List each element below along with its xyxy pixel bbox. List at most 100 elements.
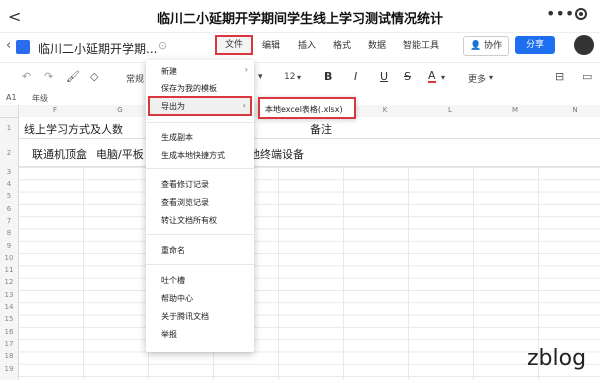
row-headers: 1 2 3 4 5 6 7 8 9 10 11 12 13 14 15 16 1… — [0, 117, 19, 380]
sheet-row-1[interactable]: 线上学习方式及人数 备注 — [18, 117, 600, 139]
formula-content[interactable]: 年级 — [32, 93, 48, 104]
menu-item-label: 举报 — [161, 330, 177, 339]
font-select[interactable]: ▾ — [258, 72, 263, 82]
more-icon[interactable]: ••• — [546, 4, 574, 23]
cell-header[interactable]: 联通机顶盒 — [32, 146, 87, 162]
chevron-right-icon: › — [242, 101, 246, 110]
row-number[interactable]: 6 — [0, 205, 18, 213]
menu-item-new[interactable]: 新建 › — [146, 62, 254, 80]
underline-icon[interactable]: U — [380, 70, 388, 83]
menu-item-label: 生成本地快捷方式 — [161, 151, 225, 160]
more-tools-button[interactable]: 更多 — [468, 72, 486, 85]
chevron-down-icon[interactable]: ▾ — [441, 73, 445, 82]
star-icon[interactable]: ⊙ — [158, 39, 167, 52]
menu-item-save-template[interactable]: 保存为我的模板 — [146, 79, 254, 97]
menu-item-label: 转让文档所有权 — [161, 216, 217, 225]
menu-item-label: 重命名 — [161, 246, 185, 255]
collapse-icon[interactable]: ⊟ — [555, 70, 564, 83]
row-number[interactable]: 19 — [0, 365, 18, 373]
select-all-corner[interactable] — [0, 105, 19, 118]
column-header[interactable]: N — [545, 106, 600, 114]
row-number[interactable]: 5 — [0, 192, 18, 200]
menu-item-about[interactable]: 关于腾讯文档 — [146, 307, 254, 325]
row-number[interactable]: 16 — [0, 328, 18, 336]
document-title[interactable]: 临川二小延期开学期... — [38, 40, 157, 57]
menu-divider — [146, 168, 254, 169]
app-bar: ‹ 临川二小延期开学期... ⊙ 文件 编辑 插入 格式 数据 智能工具 👤 协… — [0, 33, 600, 61]
row-number[interactable]: 9 — [0, 242, 18, 250]
sheet-row-2[interactable]: 联通机顶盒 电脑/平板 其他终端设备 — [18, 139, 600, 167]
tab-insert[interactable]: 插入 — [298, 38, 316, 51]
menu-item-report[interactable]: 举报 — [146, 325, 254, 343]
menu-item-feedback[interactable]: 吐个槽 — [146, 271, 254, 289]
chevron-down-icon[interactable]: ▾ — [489, 73, 493, 82]
tab-data[interactable]: 数据 — [368, 38, 386, 51]
row-number[interactable]: 8 — [0, 229, 18, 237]
row-number[interactable]: 15 — [0, 315, 18, 323]
cell-header[interactable]: 电脑/平板 — [96, 146, 144, 162]
export-submenu-xlsx[interactable]: 本地excel表格(.xlsx) — [258, 97, 356, 119]
italic-icon[interactable]: I — [354, 70, 357, 83]
menu-item-help-center[interactable]: 帮助中心 — [146, 289, 254, 307]
column-header[interactable]: L — [420, 106, 480, 114]
tab-format[interactable]: 格式 — [333, 38, 351, 51]
record-icon[interactable] — [575, 8, 587, 20]
strikethrough-icon[interactable]: S — [404, 70, 411, 83]
row-number[interactable]: 10 — [0, 254, 18, 262]
font-color-icon[interactable]: A — [428, 70, 436, 83]
menu-item-local-shortcut[interactable]: 生成本地快捷方式 — [146, 146, 254, 164]
menu-divider — [146, 264, 254, 265]
menu-item-label: 生成副本 — [161, 133, 193, 142]
share-button[interactable]: 分享 — [515, 36, 555, 54]
bold-icon[interactable]: B — [324, 70, 332, 83]
app-logo-icon — [16, 40, 30, 54]
menu-item-duplicate[interactable]: 生成副本 — [146, 128, 254, 146]
file-menu: 新建 › 保存为我的模板 导出为 › 生成副本 生成本地快捷方式 查看修订记录 … — [146, 60, 254, 352]
cell-row1-heading[interactable]: 线上学习方式及人数 — [24, 121, 123, 137]
cell-row1-remark[interactable]: 备注 — [310, 121, 332, 137]
submenu-item-label: 本地excel表格(.xlsx) — [265, 105, 343, 114]
menu-item-revision-history[interactable]: 查看修订记录 — [146, 175, 254, 193]
format-painter-icon[interactable]: 🖌 — [66, 70, 80, 83]
tab-edit[interactable]: 编辑 — [262, 38, 280, 51]
menu-item-label: 导出为 — [161, 102, 185, 111]
column-header[interactable]: K — [355, 106, 415, 114]
tab-smart-tools[interactable]: 智能工具 — [403, 38, 439, 51]
tab-file[interactable]: 文件 — [215, 35, 253, 55]
column-header[interactable]: G — [90, 106, 150, 114]
style-select[interactable]: 常规 — [126, 72, 144, 85]
menu-divider — [146, 234, 254, 235]
font-size-select[interactable]: 12 — [284, 72, 295, 82]
chevron-right-icon: › — [244, 65, 248, 74]
row-number[interactable]: 3 — [0, 168, 18, 176]
row-number[interactable]: 7 — [0, 217, 18, 225]
window-header: < 临川二小延期开学期间学生线上学习测试情况统计 ••• — [0, 0, 600, 33]
undo-icon[interactable]: ↶ — [22, 70, 31, 83]
row-number[interactable]: 18 — [0, 352, 18, 360]
clear-format-icon[interactable]: ◇ — [90, 70, 98, 83]
chevron-left-icon[interactable]: ‹ — [6, 38, 11, 53]
menu-item-label: 帮助中心 — [161, 294, 193, 303]
row-number[interactable]: 17 — [0, 340, 18, 348]
menu-item-label: 保存为我的模板 — [161, 84, 217, 93]
menu-item-export[interactable]: 导出为 › — [148, 96, 252, 116]
avatar[interactable] — [574, 35, 594, 55]
row-number[interactable]: 2 — [0, 149, 18, 157]
column-header[interactable]: F — [25, 106, 85, 114]
menu-item-view-history[interactable]: 查看浏览记录 — [146, 193, 254, 211]
cell-reference: A1 — [6, 93, 17, 102]
row-number[interactable]: 11 — [0, 266, 18, 274]
menu-item-transfer-ownership[interactable]: 转让文档所有权 — [146, 211, 254, 229]
row-number[interactable]: 4 — [0, 180, 18, 188]
toolbar: ↶ ↷ 🖌 ◇ 常规 ▾ 12 ▾ B I U S A ▾ 更多 ▾ ⊟ ▭ — [0, 62, 600, 92]
menu-item-rename[interactable]: 重命名 — [146, 241, 254, 259]
chevron-down-icon[interactable]: ▾ — [297, 73, 301, 82]
column-header[interactable]: M — [485, 106, 545, 114]
row-number[interactable]: 14 — [0, 303, 18, 311]
row-number[interactable]: 13 — [0, 291, 18, 299]
collaborate-button[interactable]: 👤 协作 — [463, 36, 509, 56]
redo-icon[interactable]: ↷ — [44, 70, 53, 83]
row-number[interactable]: 1 — [0, 124, 18, 132]
comment-icon[interactable]: ▭ — [582, 70, 592, 83]
row-number[interactable]: 12 — [0, 278, 18, 286]
